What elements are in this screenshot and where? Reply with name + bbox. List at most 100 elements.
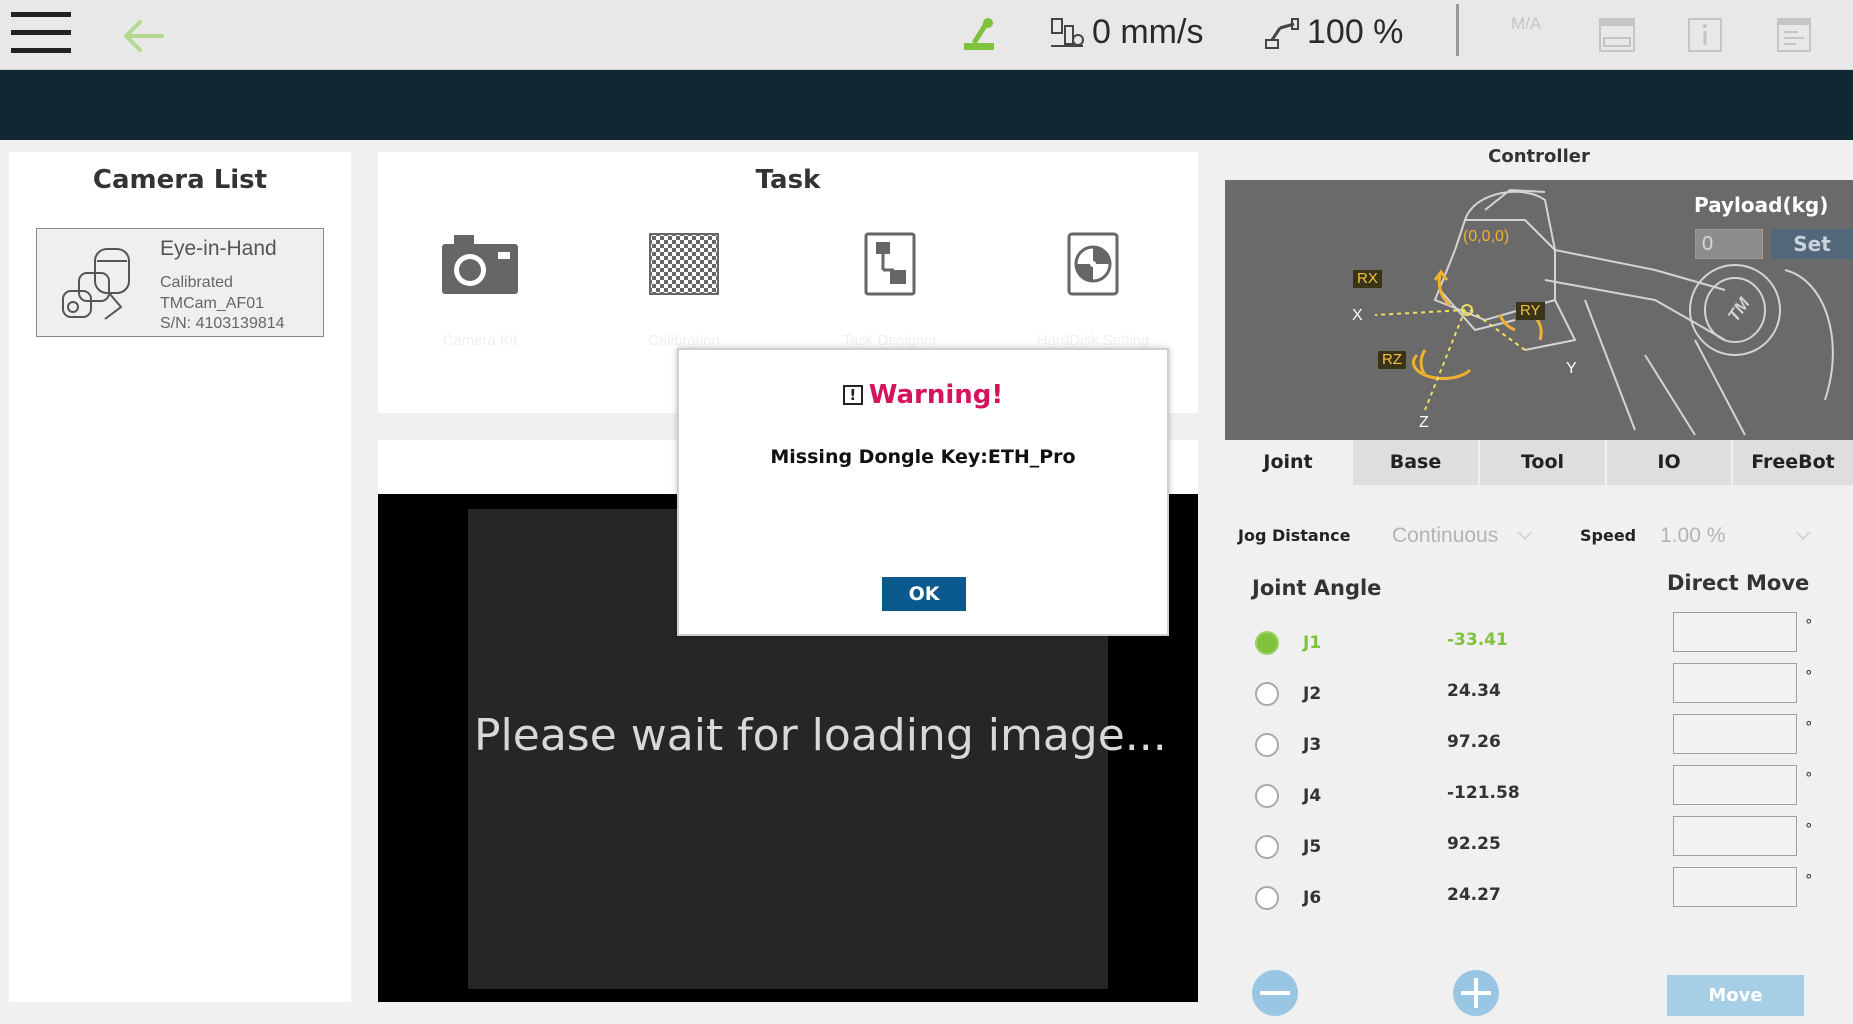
joint-name: J5 xyxy=(1303,837,1322,857)
speed-label: Speed xyxy=(1580,526,1637,545)
joint-value: 24.34 xyxy=(1447,681,1501,701)
tab-joint[interactable]: Joint xyxy=(1225,440,1351,485)
warning-dialog: ! Warning! Missing Dongle Key:ETH_Pro OK xyxy=(677,348,1169,636)
joint-radio[interactable] xyxy=(1255,682,1279,706)
degree-unit: ° xyxy=(1805,871,1813,889)
camera-kit-button[interactable] xyxy=(410,232,550,300)
payload-input[interactable] xyxy=(1695,229,1763,259)
tab-freebot[interactable]: FreeBot xyxy=(1733,440,1853,485)
joint-angle-title: Joint Angle xyxy=(1252,576,1382,600)
minus-button[interactable] xyxy=(1252,970,1298,1016)
joint-radio[interactable] xyxy=(1255,784,1279,808)
robot-status-icon[interactable] xyxy=(962,16,998,52)
info-icon[interactable] xyxy=(1687,16,1723,54)
axis-y-label: Y xyxy=(1566,360,1577,377)
harddisk-icon xyxy=(1067,232,1119,296)
calibration-button[interactable] xyxy=(614,232,754,300)
plus-button[interactable] xyxy=(1453,970,1499,1016)
direct-move-input[interactable] xyxy=(1673,867,1797,907)
joint-radio[interactable] xyxy=(1255,733,1279,757)
joint-value: 92.25 xyxy=(1447,834,1501,854)
joint-name: J1 xyxy=(1303,633,1322,653)
loading-message: Please wait for loading image... xyxy=(474,710,1167,761)
camera-serial: S/N: 4103139814 xyxy=(160,315,285,332)
task-designer-button[interactable] xyxy=(820,232,960,300)
axis-ry-label: RY xyxy=(1516,302,1545,320)
direct-move-input[interactable] xyxy=(1673,765,1797,805)
degree-unit: ° xyxy=(1805,769,1813,787)
tab-base[interactable]: Base xyxy=(1353,440,1478,485)
degree-unit: ° xyxy=(1805,820,1813,838)
ok-button[interactable]: OK xyxy=(882,577,966,611)
camera-status: Calibrated xyxy=(160,274,233,291)
axis-origin: (0,0,0) xyxy=(1463,228,1510,245)
camera-model: TMCam_AF01 xyxy=(160,295,265,312)
camera-kit-label: Camera Kit xyxy=(442,332,518,349)
joint-value: -33.41 xyxy=(1447,630,1508,650)
joint-name: J2 xyxy=(1303,684,1322,704)
harddisk-setting-label: HardDisk Setting xyxy=(1036,332,1150,349)
joint-value: 97.26 xyxy=(1447,732,1501,752)
speed-value: 0 mm/s xyxy=(1092,13,1204,51)
axis-rz-label: RZ xyxy=(1378,351,1406,369)
display-icon[interactable] xyxy=(1598,16,1636,54)
joint-radio[interactable] xyxy=(1255,631,1279,655)
direct-move-input[interactable] xyxy=(1673,714,1797,754)
header-band xyxy=(0,70,1853,140)
tab-io[interactable]: IO xyxy=(1607,440,1731,485)
checkerboard-icon xyxy=(649,233,719,295)
degree-unit: ° xyxy=(1805,718,1813,736)
camera-list-title: Camera List xyxy=(92,165,268,195)
task-designer-label: Task Designer xyxy=(842,332,938,349)
payload-set-button[interactable]: Set xyxy=(1771,229,1853,259)
direct-move-title: Direct Move xyxy=(1667,571,1810,595)
speed-icon xyxy=(1051,18,1084,47)
joint-radio[interactable] xyxy=(1255,835,1279,859)
joint-value: 24.27 xyxy=(1447,885,1501,905)
task-title: Task xyxy=(755,165,821,195)
robot-3d-view: (0,0,0) RX RY RZ X Y Z TM xyxy=(1225,180,1853,440)
camera-card[interactable]: Eye-in-Hand Calibrated TMCam_AF01 S/N: 4… xyxy=(36,228,324,337)
joint-name: J3 xyxy=(1303,735,1322,755)
degree-unit: ° xyxy=(1805,616,1813,634)
tab-tool[interactable]: Tool xyxy=(1480,440,1605,485)
warning-message: Missing Dongle Key:ETH_Pro xyxy=(770,446,1076,468)
camera-name: Eye-in-Hand xyxy=(160,237,277,260)
jog-distance-label: Jog Distance xyxy=(1238,526,1351,545)
menu-icon[interactable] xyxy=(11,12,71,62)
top-bar xyxy=(0,0,1853,70)
speed-percent: 100 % xyxy=(1307,13,1404,51)
manual-auto-icon[interactable]: M/A xyxy=(1511,14,1547,56)
camera-icon xyxy=(442,235,518,294)
joint-radio[interactable] xyxy=(1255,886,1279,910)
payload-label: Payload(kg) xyxy=(1694,193,1829,217)
controller-title: Controller xyxy=(1488,146,1590,167)
direct-move-input[interactable] xyxy=(1673,612,1797,652)
camera-device-icon xyxy=(62,248,130,320)
plus-icon xyxy=(1461,978,1491,1008)
axis-x-label: X xyxy=(1352,307,1363,324)
warning-icon: ! xyxy=(842,385,863,405)
joint-value: -121.58 xyxy=(1447,783,1520,803)
harddisk-setting-button[interactable] xyxy=(1023,232,1163,300)
topbar-divider xyxy=(1456,4,1459,56)
back-arrow-icon[interactable] xyxy=(122,18,164,54)
robot-arm-icon xyxy=(1265,18,1299,49)
minus-icon xyxy=(1260,991,1290,995)
degree-unit: ° xyxy=(1805,667,1813,685)
move-button[interactable]: Move xyxy=(1667,975,1804,1016)
axis-rx-label: RX xyxy=(1353,270,1382,288)
axis-z-label: Z xyxy=(1419,414,1429,431)
flow-icon xyxy=(864,232,916,296)
direct-move-input[interactable] xyxy=(1673,663,1797,703)
jog-distance-select[interactable]: Continuous xyxy=(1392,524,1498,548)
calibration-label: Calibration xyxy=(648,332,720,349)
log-icon[interactable] xyxy=(1776,16,1812,54)
speed-select[interactable]: 1.00 % xyxy=(1660,524,1725,548)
joint-name: J6 xyxy=(1303,888,1322,908)
joint-name: J4 xyxy=(1303,786,1322,806)
manual-auto-text: M/A xyxy=(1511,14,1542,33)
direct-move-input[interactable] xyxy=(1673,816,1797,856)
warning-title: Warning! xyxy=(868,380,1004,410)
warning-header: ! Warning! xyxy=(679,380,1167,410)
